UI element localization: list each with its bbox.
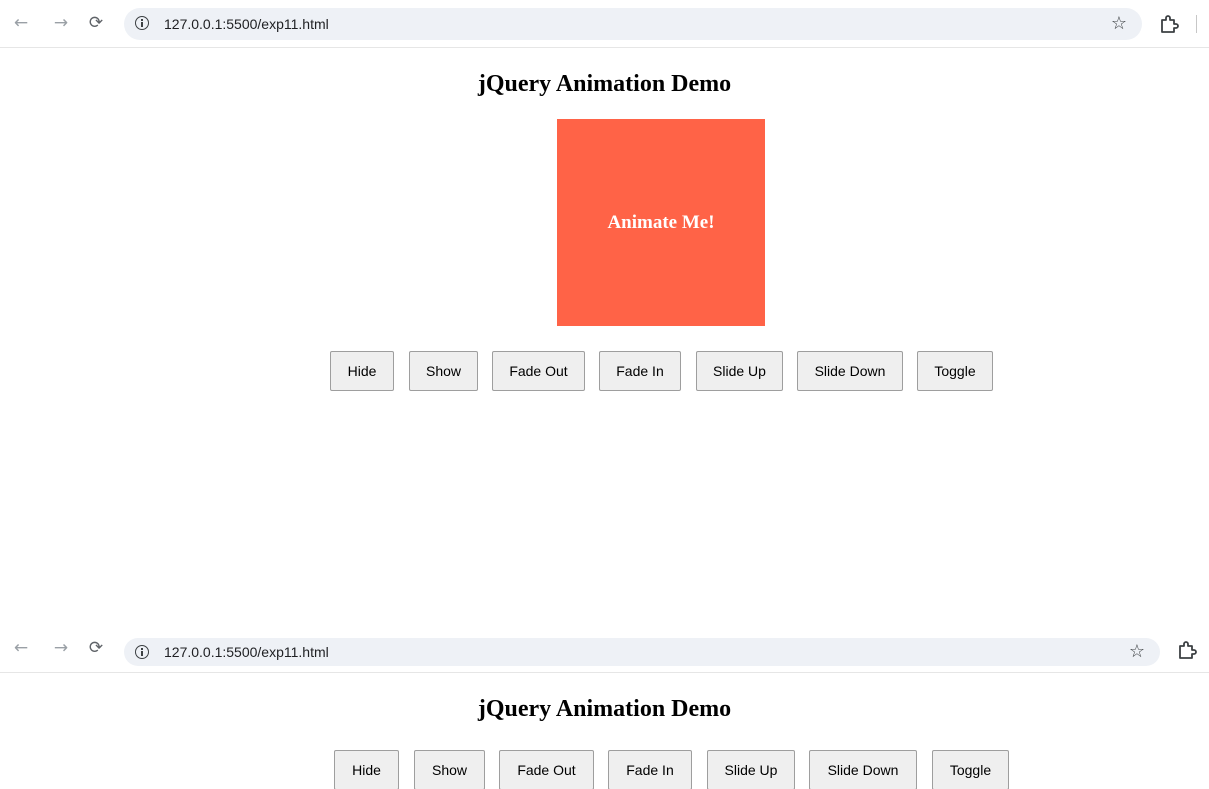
toolbar-divider [1196, 15, 1197, 33]
show-button[interactable]: Show [414, 750, 485, 789]
fade-in-button[interactable]: Fade In [608, 750, 692, 789]
info-icon[interactable] [135, 645, 149, 659]
url-text[interactable]: 127.0.0.1:5500/exp11.html [164, 638, 329, 666]
toggle-button[interactable]: Toggle [917, 351, 993, 391]
hide-button[interactable]: Hide [334, 750, 399, 789]
page-title: jQuery Animation Demo [477, 696, 732, 722]
back-arrow-icon[interactable]: ← [9, 636, 33, 660]
forward-arrow-icon[interactable]: → [49, 11, 73, 35]
bookmark-star-icon[interactable]: ☆ [1107, 8, 1131, 40]
screenshot-box-hidden: ← → ⟳ 127.0.0.1:5500/exp11.html ☆ jQuery… [0, 624, 1209, 789]
browser-toolbar: ← → ⟳ 127.0.0.1:5500/exp11.html ☆ [0, 624, 1209, 673]
reload-icon[interactable]: ⟳ [84, 11, 108, 35]
browser-toolbar: ← → ⟳ 127.0.0.1:5500/exp11.html ☆ [0, 0, 1209, 48]
fade-in-button[interactable]: Fade In [599, 351, 681, 391]
screenshot-box-visible: ← → ⟳ 127.0.0.1:5500/exp11.html ☆ jQuery… [0, 0, 1209, 600]
url-text[interactable]: 127.0.0.1:5500/exp11.html [164, 8, 329, 40]
slide-down-button[interactable]: Slide Down [809, 750, 917, 789]
fade-out-button[interactable]: Fade Out [492, 351, 585, 391]
address-bar[interactable]: 127.0.0.1:5500/exp11.html ☆ [124, 638, 1160, 666]
extensions-puzzle-icon[interactable] [1175, 638, 1199, 662]
hide-button[interactable]: Hide [330, 351, 394, 391]
forward-arrow-icon[interactable]: → [49, 636, 73, 660]
reload-icon[interactable]: ⟳ [84, 636, 108, 660]
page-title: jQuery Animation Demo [477, 71, 732, 97]
back-arrow-icon[interactable]: ← [9, 11, 33, 35]
slide-down-button[interactable]: Slide Down [797, 351, 903, 391]
fade-out-button[interactable]: Fade Out [499, 750, 594, 789]
address-bar[interactable]: 127.0.0.1:5500/exp11.html ☆ [124, 8, 1142, 40]
show-button[interactable]: Show [409, 351, 478, 391]
extensions-puzzle-icon[interactable] [1157, 12, 1181, 36]
animated-box: Animate Me! [557, 119, 765, 326]
slide-up-button[interactable]: Slide Up [696, 351, 783, 391]
slide-up-button[interactable]: Slide Up [707, 750, 795, 789]
toggle-button[interactable]: Toggle [932, 750, 1009, 789]
info-icon[interactable] [135, 16, 149, 30]
bookmark-star-icon[interactable]: ☆ [1125, 638, 1149, 666]
